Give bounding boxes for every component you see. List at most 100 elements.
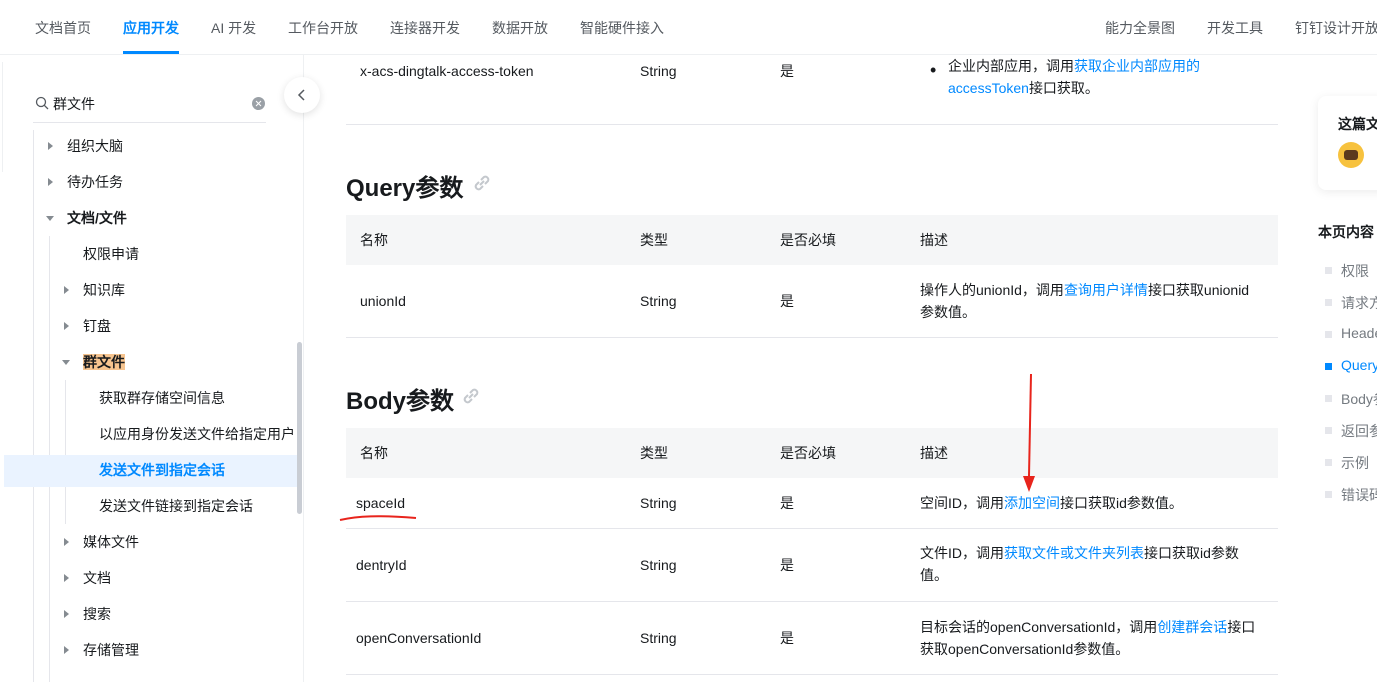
emoji-icon[interactable] <box>1338 142 1364 168</box>
column-header: 名称 <box>360 232 388 248</box>
toc-item[interactable]: 返回参 <box>1341 421 1377 441</box>
toc-item[interactable]: 请求方 <box>1341 293 1377 313</box>
toc-marker <box>1325 491 1332 498</box>
sidebar-scrollbar[interactable] <box>297 342 302 514</box>
param-description: 文件ID，调用获取文件或文件夹列表接口获取id参数值。 <box>920 545 1239 583</box>
param-name: dentryId <box>356 557 407 573</box>
column-header: 描述 <box>920 232 948 248</box>
param-required: 是 <box>780 557 794 573</box>
tree-guide <box>65 380 66 524</box>
sidebar-item-search[interactable]: 搜索 <box>61 596 111 632</box>
caret-right-icon <box>64 322 69 330</box>
top-navigation: 文档首页 应用开发 AI 开发 工作台开放 连接器开发 数据开放 智能硬件接入 … <box>0 0 1377 54</box>
feedback-card-title: 这篇文 <box>1338 116 1377 132</box>
param-description: 空间ID，调用添加空间接口获取id参数值。 <box>920 495 1183 511</box>
sidebar-item-todo[interactable]: 待办任务 <box>45 164 123 200</box>
bullet-icon: • <box>930 60 937 80</box>
param-name: unionId <box>360 293 406 309</box>
param-type: String <box>640 495 677 511</box>
param-description: 操作人的unionId，调用查询用户详情接口获取unionid参数值。 <box>920 282 1250 320</box>
toc-marker <box>1325 459 1332 466</box>
annotation-arrow <box>1023 373 1035 492</box>
user-detail-link[interactable]: 查询用户详情 <box>1064 282 1148 298</box>
param-type: String <box>640 63 677 79</box>
nav-capability-map[interactable]: 能力全景图 <box>1105 0 1175 54</box>
tree-guide <box>33 130 34 682</box>
caret-down-icon <box>62 360 70 365</box>
nav-ai-dev[interactable]: AI 开发 <box>211 0 256 54</box>
sidebar-item-group-files[interactable]: 群文件 <box>61 344 125 380</box>
param-name: openConversationId <box>356 630 482 646</box>
column-header: 描述 <box>920 445 948 461</box>
sidebar-item-dingpan[interactable]: 钉盘 <box>61 308 111 344</box>
collapse-sidebar-button[interactable] <box>284 77 320 113</box>
anchor-link-icon[interactable] <box>471 172 493 192</box>
sidebar-item-docs-files[interactable]: 文档/文件 <box>45 200 127 236</box>
sidebar-item-media[interactable]: 媒体文件 <box>61 524 139 560</box>
sidebar-item-storage[interactable]: 存储管理 <box>61 632 139 668</box>
chevron-left-icon <box>297 89 305 101</box>
sidebar-item-document[interactable]: 文档 <box>61 560 111 596</box>
column-header: 是否必填 <box>780 445 836 461</box>
param-type: String <box>640 293 677 309</box>
caret-right-icon <box>48 178 53 186</box>
toc-marker <box>1325 427 1332 434</box>
param-name: x-acs-dingtalk-access-token <box>360 63 534 79</box>
column-header: 类型 <box>640 445 668 461</box>
nav-connector[interactable]: 连接器开发 <box>390 0 460 54</box>
sidebar-item-knowledge[interactable]: 知识库 <box>61 272 125 308</box>
nav-design[interactable]: 钉钉设计开放 <box>1295 0 1377 54</box>
file-list-link[interactable]: 获取文件或文件夹列表 <box>1004 545 1144 561</box>
param-required: 是 <box>780 495 794 511</box>
section-title-body: Body参数 <box>346 388 454 415</box>
toc-item[interactable]: 权限 <box>1341 261 1369 281</box>
caret-right-icon <box>64 646 69 654</box>
caret-right-icon <box>64 610 69 618</box>
add-space-link[interactable]: 添加空间 <box>1004 495 1060 511</box>
toc-item[interactable]: Body参 <box>1341 389 1377 409</box>
param-type: String <box>640 557 677 573</box>
nav-hardware[interactable]: 智能硬件接入 <box>580 0 664 54</box>
param-description: 目标会话的openConversationId，调用创建群会话接口获取openC… <box>920 619 1256 657</box>
param-required: 是 <box>780 293 794 309</box>
caret-right-icon <box>64 538 69 546</box>
caret-right-icon <box>64 574 69 582</box>
param-type: String <box>640 630 677 646</box>
column-header: 名称 <box>360 445 388 461</box>
nav-data-open[interactable]: 数据开放 <box>492 0 548 54</box>
anchor-link-icon[interactable] <box>460 385 482 405</box>
param-description: 企业内部应用，调用获取企业内部应用的accessToken接口获取。 <box>948 58 1200 96</box>
search-input[interactable]: 群文件 <box>53 94 95 114</box>
annotation-underline <box>339 515 417 521</box>
create-group-link[interactable]: 创建群会话 <box>1157 619 1227 635</box>
caret-down-icon <box>46 216 54 221</box>
caret-right-icon <box>64 286 69 294</box>
column-header: 类型 <box>640 232 668 248</box>
sidebar-item-get-storage[interactable]: 获取群存储空间信息 <box>77 380 225 416</box>
nav-app-dev[interactable]: 应用开发 <box>123 0 179 54</box>
param-required: 是 <box>780 63 794 79</box>
toc-title: 本页内容 <box>1318 224 1374 240</box>
param-required: 是 <box>780 630 794 646</box>
clear-icon[interactable] <box>252 97 265 110</box>
sidebar-item-send-link[interactable]: 发送文件链接到指定会话 <box>77 488 253 524</box>
nav-workbench[interactable]: 工作台开放 <box>288 0 358 54</box>
sidebar-item-send-to-user[interactable]: 以应用身份发送文件给指定用户 <box>77 416 295 452</box>
sidebar-item-org-brain[interactable]: 组织大脑 <box>45 128 123 164</box>
nav-docs-home[interactable]: 文档首页 <box>35 0 91 54</box>
toc-item[interactable]: 示例 <box>1341 453 1369 473</box>
toc-marker <box>1325 331 1332 338</box>
sidebar-search[interactable]: 群文件 <box>33 89 266 123</box>
toc-item[interactable]: 错误码 <box>1341 485 1377 505</box>
caret-right-icon <box>48 142 53 150</box>
sidebar-item-send-to-conversation[interactable]: 发送文件到指定会话 <box>77 452 225 488</box>
search-icon <box>35 96 49 110</box>
param-name: spaceId <box>356 495 406 511</box>
section-title-query: Query参数 <box>346 175 464 202</box>
column-header: 是否必填 <box>780 232 836 248</box>
toc-item[interactable]: Heade <box>1341 325 1377 341</box>
toc-marker <box>1325 395 1332 402</box>
nav-dev-tools[interactable]: 开发工具 <box>1207 0 1263 54</box>
sidebar-item-permission[interactable]: 权限申请 <box>61 236 139 272</box>
toc-item-active[interactable]: Query <box>1341 357 1377 373</box>
